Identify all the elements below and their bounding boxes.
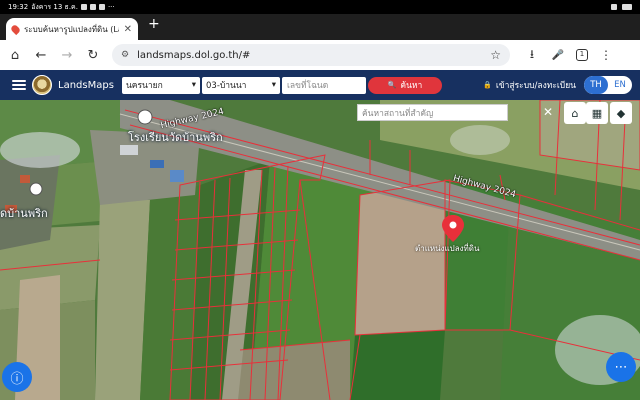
info-fab-button[interactable]: ⓘ xyxy=(2,362,32,392)
lang-th-button[interactable]: TH xyxy=(584,76,608,94)
status-bar: 19:32 อังคาร 13 ธ.ค. ··· xyxy=(0,0,640,14)
home-icon[interactable]: ⌂ xyxy=(4,48,26,63)
status-date: อังคาร 13 ธ.ค. xyxy=(31,2,78,11)
school-marker-icon[interactable] xyxy=(137,109,153,125)
grid-icon: ▦ xyxy=(591,106,603,120)
status-right xyxy=(611,4,632,10)
forward-icon[interactable]: → xyxy=(56,48,78,63)
close-search-icon[interactable]: ✕ xyxy=(543,105,553,119)
info-icon: ⓘ xyxy=(10,371,24,387)
building xyxy=(120,145,138,155)
lock-icon: 🔒 xyxy=(483,81,492,89)
school-label: โรงเรียนวัดบ้านพริก xyxy=(128,131,223,144)
tab-count-button[interactable]: 1 xyxy=(576,49,588,61)
building xyxy=(170,170,184,182)
app-navbar: LandsMaps นครนายก ▾ 03-บ้านนา ▾ เลขที่โฉ… xyxy=(0,70,640,100)
cloud xyxy=(0,132,80,168)
new-tab-button[interactable]: + xyxy=(148,17,160,31)
layers-icon: ◆ xyxy=(616,106,626,120)
notification-icon xyxy=(98,4,105,10)
brand-name: LandsMaps xyxy=(58,79,114,91)
hamburger-menu-icon[interactable] xyxy=(12,80,26,90)
tab-strip: ระบบค้นหารูปแปลงที่ดิน (Lan ✕ xyxy=(0,14,640,40)
map-pin-favicon-icon xyxy=(9,23,22,35)
notification-icon xyxy=(80,4,87,10)
search-button[interactable]: 🔍 ค้นหา xyxy=(368,76,442,94)
province-value: นครนายก xyxy=(126,81,163,91)
battery-icon xyxy=(622,4,632,10)
wifi-icon xyxy=(611,4,617,10)
layers-button[interactable]: ◆ xyxy=(610,102,632,124)
district-select[interactable]: 03-บ้านนา ▾ xyxy=(202,76,280,94)
download-icon[interactable]: ⭳ xyxy=(524,45,540,66)
map-imagery xyxy=(0,100,640,400)
building xyxy=(150,160,164,168)
cloud xyxy=(450,125,510,155)
address-bar: ⌂ ← → ↻ ⚙ landsmaps.dol.go.th/# ☆ ⭳ 🎤 1 … xyxy=(0,40,640,70)
close-tab-icon[interactable]: ✕ xyxy=(124,24,132,35)
status-time: 19:32 xyxy=(8,3,29,11)
browser-menu-icon[interactable]: ⋮ xyxy=(598,48,614,62)
chevron-down-icon: ▾ xyxy=(271,80,276,90)
search-button-label: ค้นหา xyxy=(400,81,423,91)
site-settings-icon[interactable]: ⚙ xyxy=(121,50,129,60)
browser-tab[interactable]: ระบบค้นหารูปแปลงที่ดิน (Lan ✕ xyxy=(6,18,138,40)
search-icon: 🔍 xyxy=(387,81,397,89)
lang-en-button[interactable]: EN xyxy=(608,76,632,94)
url-text: landsmaps.dol.go.th/# xyxy=(137,49,251,61)
login-label: เข้าสู่ระบบ/ลงทะเบียน xyxy=(495,81,576,91)
temple-marker-icon[interactable] xyxy=(29,182,43,196)
grid-button[interactable]: ▦ xyxy=(586,102,608,124)
url-field[interactable]: ⚙ landsmaps.dol.go.th/# ☆ xyxy=(112,44,510,66)
home-view-button[interactable]: ⌂ xyxy=(564,102,586,124)
village-label: ดบ้านพริก xyxy=(0,207,48,220)
language-toggle: TH EN xyxy=(584,76,632,94)
status-left: 19:32 อังคาร 13 ธ.ค. ··· xyxy=(8,2,115,13)
reload-icon[interactable]: ↻ xyxy=(82,48,104,63)
microphone-icon[interactable]: 🎤 xyxy=(550,50,566,61)
building xyxy=(20,175,30,183)
satellite-map[interactable]: Highway 2024 Highway 2024 โรงเรียนวัดบ้า… xyxy=(0,100,640,400)
notification-icon xyxy=(89,4,96,10)
bookmark-star-icon[interactable]: ☆ xyxy=(490,48,501,62)
browser-actions: ⭳ 🎤 1 ⋮ xyxy=(524,45,614,66)
back-icon[interactable]: ← xyxy=(30,48,52,63)
dol-logo xyxy=(32,75,52,95)
field xyxy=(350,330,445,400)
login-link[interactable]: 🔒 เข้าสู่ระบบ/ลงทะเบียน xyxy=(483,78,576,92)
landmark-search-input[interactable]: ค้นหาสถานที่สำคัญ xyxy=(357,104,508,121)
house-icon: ⌂ xyxy=(571,106,579,120)
chevron-down-icon: ▾ xyxy=(191,80,196,90)
more-fab-button[interactable]: ⋯ xyxy=(606,352,636,382)
more-icon: ⋯ xyxy=(614,359,628,375)
status-more: ··· xyxy=(107,3,115,11)
pin-dot xyxy=(449,221,457,229)
tab-title: ระบบค้นหารูปแปลงที่ดิน (Lan xyxy=(24,24,119,34)
province-select[interactable]: นครนายก ▾ xyxy=(122,76,200,94)
parcel-location-label: ตำแหน่งแปลงที่ดิน xyxy=(415,244,480,253)
deed-number-input[interactable]: เลขที่โฉนด xyxy=(282,76,366,94)
district-value: 03-บ้านนา xyxy=(206,81,247,91)
